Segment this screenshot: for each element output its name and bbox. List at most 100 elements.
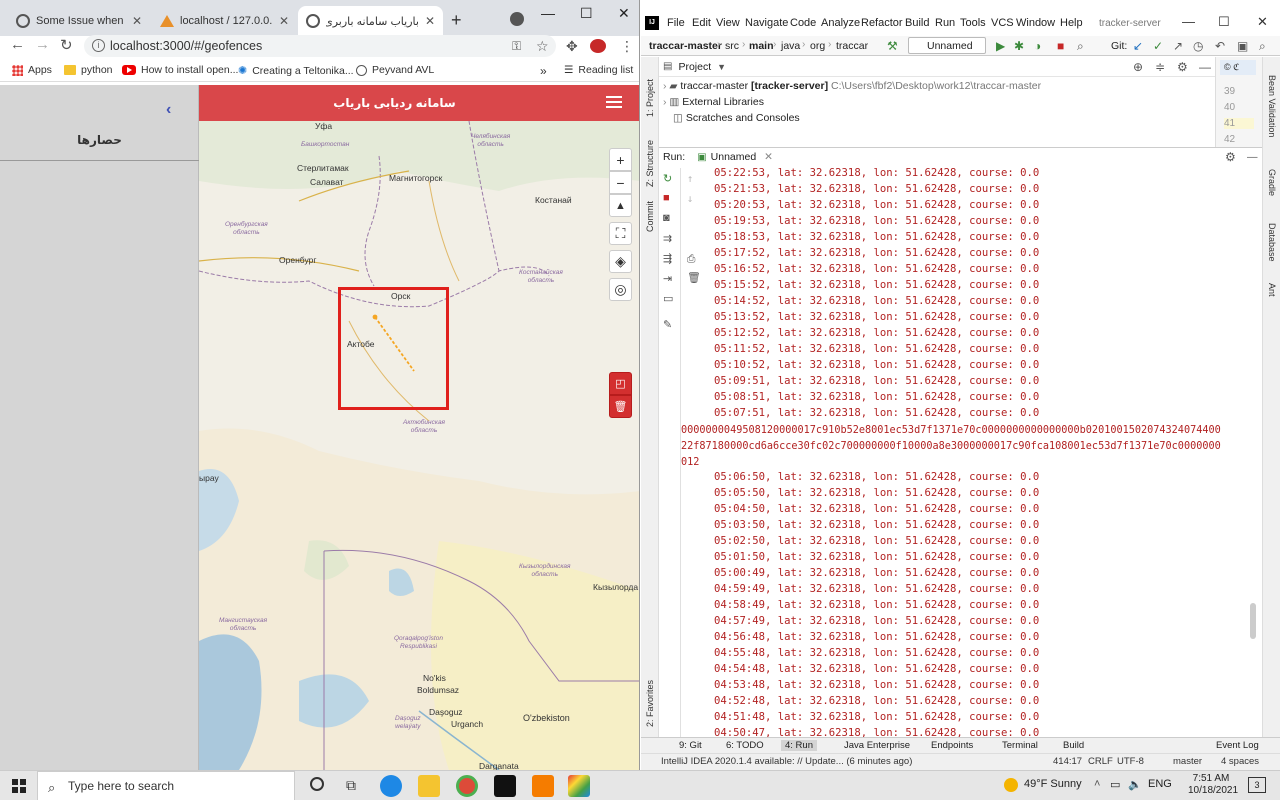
tree-item-external-libraries[interactable]: › ▥ External Libraries <box>663 96 764 108</box>
menu-tools[interactable]: Tools <box>960 17 986 29</box>
camera-icon[interactable]: ◙ <box>663 212 670 224</box>
tray-chevron-icon[interactable]: ˄ <box>1094 778 1100 790</box>
hide-icon[interactable]: — <box>1199 60 1211 74</box>
bean-validation-tab[interactable]: Bean Validation <box>1267 75 1277 137</box>
xampp-icon[interactable] <box>532 775 554 797</box>
database-tab[interactable]: Database <box>1267 223 1277 262</box>
language-indicator[interactable]: ENG <box>1148 778 1172 790</box>
terminal-tab[interactable]: Terminal <box>1002 740 1038 751</box>
bookmark-python[interactable]: python <box>64 64 113 76</box>
project-tool-tab[interactable]: 1: Project <box>645 79 655 117</box>
ant-tab[interactable]: Ant <box>1267 283 1277 297</box>
notifications-icon[interactable]: 3 <box>1248 777 1266 793</box>
exit-icon[interactable]: ⇥ <box>663 272 672 285</box>
close-tab-icon[interactable]: ✕ <box>132 14 142 28</box>
back-icon[interactable]: ← <box>10 36 25 53</box>
commit-tool-tab[interactable]: Commit <box>645 201 655 232</box>
console-scrollbar[interactable] <box>1250 603 1256 639</box>
coverage-icon[interactable]: ◑ <box>1034 39 1041 53</box>
run-configuration-select[interactable]: Unnamed <box>908 37 986 54</box>
gear-icon[interactable]: ⚙ <box>1177 60 1188 74</box>
tab-bariyab[interactable]: باریاب سامانه باربری آنلاین ✕ <box>298 6 443 36</box>
breadcrumb-main[interactable]: main <box>749 40 774 52</box>
tree-item-scratches[interactable]: ◫ Scratches and Consoles <box>673 112 800 124</box>
file-encoding[interactable]: UTF-8 <box>1117 756 1144 767</box>
layout-icon[interactable]: ▭ <box>663 292 673 305</box>
draw-polygon-icon[interactable]: ◰ <box>609 372 632 395</box>
caret-position[interactable]: 414:17 <box>1053 756 1082 767</box>
menu-refactor[interactable]: Refactor <box>861 17 903 29</box>
fullscreen-icon[interactable]: ⛶ <box>609 222 632 245</box>
console-output[interactable]: ↑ ↓ ⎙ 🗑 05:22:53, lat: 32.62318, lon: 51… <box>681 167 1256 738</box>
rerun-icon[interactable]: ↻ <box>663 172 672 185</box>
new-tab-icon[interactable]: + <box>451 10 462 31</box>
clock[interactable]: 7:51 AM 10/18/2021 <box>1188 773 1238 797</box>
close-tab-icon[interactable]: ✕ <box>764 151 773 163</box>
breadcrumb-traccar[interactable]: traccar <box>836 40 868 52</box>
menu-view[interactable]: View <box>716 17 740 29</box>
menu-analyze[interactable]: Analyze <box>821 17 860 29</box>
bookmark-star-icon[interactable]: ☆ <box>536 38 549 55</box>
menu-navigate[interactable]: Navigate <box>745 17 788 29</box>
indent-setting[interactable]: 4 spaces <box>1221 756 1259 767</box>
network-icon[interactable]: ▭ <box>1110 778 1120 791</box>
breadcrumb-org[interactable]: org <box>810 40 825 52</box>
locate-icon[interactable]: ◎ <box>609 278 632 301</box>
gradle-tab[interactable]: Gradle <box>1267 169 1277 196</box>
close-tab-icon[interactable]: ✕ <box>279 14 289 28</box>
task-view-icon[interactable]: ⧉ <box>346 777 356 794</box>
extension-red-icon[interactable] <box>590 39 606 53</box>
editor-tab-icon[interactable]: © ℭ <box>1220 60 1256 75</box>
reading-list[interactable]: ☰ Reading list <box>564 64 633 76</box>
delete-trash-icon[interactable]: 🗑 <box>609 395 632 418</box>
scroll-up-icon[interactable]: ↑ <box>687 173 693 185</box>
menu-vcs[interactable]: VCS <box>991 17 1014 29</box>
geofence-rectangle[interactable] <box>338 287 449 410</box>
weather-text[interactable]: 49°F Sunny <box>1024 778 1082 790</box>
debug-bug-icon[interactable]: ✱ <box>1014 39 1024 53</box>
tree-item-root[interactable]: › ▰ traccar-master [tracker-server] C:\U… <box>663 80 1041 92</box>
hamburger-menu-icon[interactable] <box>606 96 622 108</box>
project-panel-title[interactable]: Project <box>678 61 711 73</box>
hide-icon[interactable]: — <box>1247 151 1258 163</box>
key-icon[interactable]: ⚿ <box>512 39 521 54</box>
java-enterprise-tab[interactable]: Java Enterprise <box>844 740 910 751</box>
stop-icon[interactable]: ■ <box>1057 39 1064 53</box>
maximize-icon[interactable]: ☐ <box>1218 14 1230 30</box>
site-info-icon[interactable]: i <box>92 39 105 52</box>
run-tab[interactable]: 4: Run <box>781 740 817 751</box>
map-view[interactable]: Уфа Башкортостан Стерлитамак Салават Маг… <box>199 121 639 770</box>
cortana-icon[interactable] <box>310 777 324 791</box>
app-icon[interactable] <box>568 775 590 797</box>
git-push-icon[interactable]: ↗ <box>1173 39 1183 53</box>
extensions-puzzle-icon[interactable]: ✥ <box>566 38 578 55</box>
intellij-icon[interactable] <box>494 775 516 797</box>
compass-icon[interactable]: ▲ <box>609 194 632 217</box>
target-icon[interactable]: ⊕ <box>1133 60 1143 74</box>
menu-run[interactable]: Run <box>935 17 955 29</box>
stop-icon[interactable]: ■ <box>663 192 670 204</box>
soft-wrap-icon[interactable]: ⇉ <box>663 232 672 245</box>
tab-search-icon[interactable] <box>510 12 524 26</box>
todo-tab[interactable]: 6: TODO <box>726 740 764 751</box>
print-icon[interactable]: ⎙ <box>687 253 695 266</box>
more-bookmarks-icon[interactable]: » <box>540 64 547 78</box>
collapse-panel-icon[interactable]: ‹ <box>166 101 171 119</box>
gear-icon[interactable]: ⚙ <box>1225 150 1236 164</box>
bookmark-install-open[interactable]: How to install open... <box>122 64 238 76</box>
maximize-icon[interactable]: ☐ <box>580 5 593 22</box>
chrome-icon[interactable] <box>456 775 478 797</box>
minimize-icon[interactable]: — <box>541 5 555 21</box>
weather-sun-icon[interactable] <box>1004 778 1018 792</box>
breadcrumb-src[interactable]: src <box>725 40 739 52</box>
volume-icon[interactable]: 🔈 <box>1128 778 1142 791</box>
zoom-out-button[interactable]: − <box>609 171 632 194</box>
git-commit-icon[interactable]: ✓ <box>1153 39 1163 53</box>
endpoints-tab[interactable]: Endpoints <box>931 740 973 751</box>
scroll-down-icon[interactable]: ↓ <box>687 193 693 205</box>
run-play-icon[interactable]: ▶ <box>996 39 1005 53</box>
project-structure-icon[interactable]: ▣ <box>1237 39 1248 53</box>
build-tab[interactable]: Build <box>1063 740 1084 751</box>
close-window-icon[interactable]: ✕ <box>618 5 630 22</box>
layers-icon[interactable]: ◈ <box>609 250 632 273</box>
